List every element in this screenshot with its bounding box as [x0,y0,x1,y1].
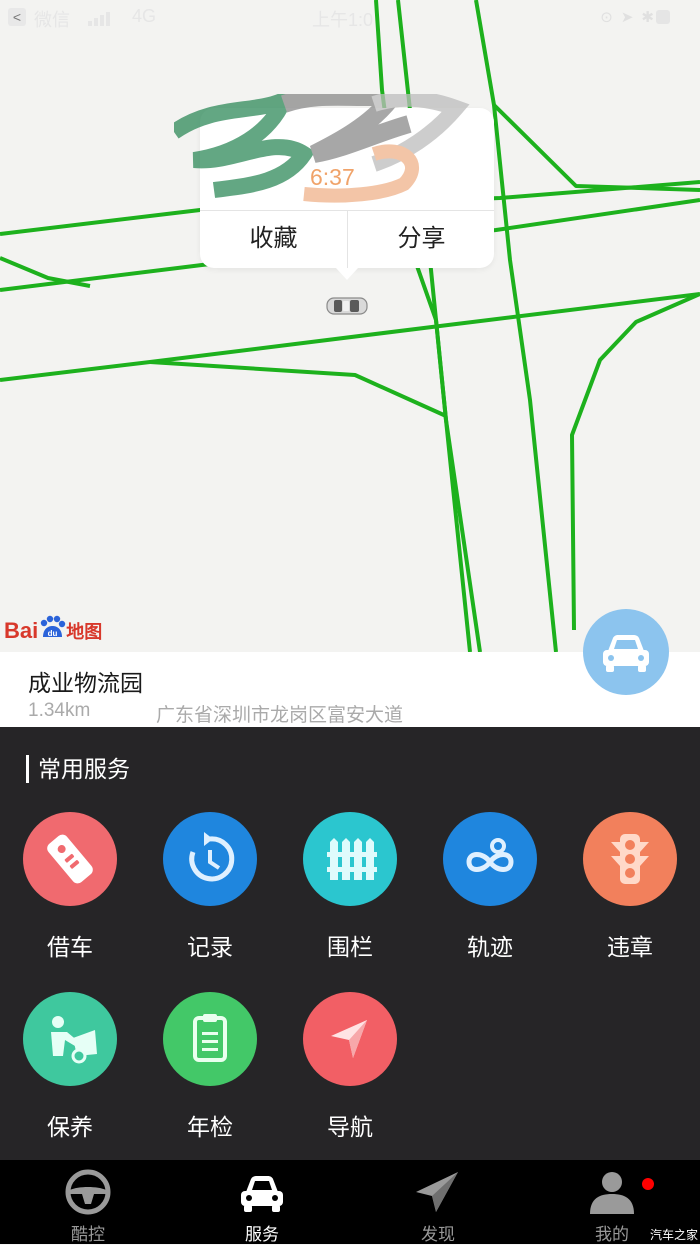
service-label: 保养 [47,1114,93,1140]
network-label: 4G [132,6,157,26]
user-icon [590,1172,634,1214]
baidu-map-logo: Bai du 地图 [4,615,103,652]
service-history[interactable]: 记录 [140,812,280,962]
fence-icon [327,838,377,880]
service-icon-circle [23,812,117,906]
services-title: 常用服务 [26,755,130,783]
traffic-light-icon [611,834,649,884]
tab-discover[interactable]: 发现 [378,1160,498,1244]
service-label: 围栏 [327,934,373,960]
tab-label: 服务 [245,1225,279,1244]
service-icon-circle [583,812,677,906]
car-front-icon [603,635,649,672]
service-maintenance[interactable]: 保养 [0,992,140,1142]
map-view[interactable]: < 微信 4G 上午1:0 ⊙➤✱ 6:37 收藏 分享 Bai du 地图 [0,0,700,652]
service-icon-circle [303,812,397,906]
place-name: 成业物流园 [28,670,143,696]
paper-plane-icon [416,1172,458,1212]
service-icon-circle [163,812,257,906]
locate-car-button[interactable] [583,609,669,695]
service-icon-circle [163,992,257,1086]
battery-icon [656,10,670,24]
popup-time: 6:37 [310,164,355,190]
road [474,0,558,652]
share-button[interactable]: 分享 [348,210,495,268]
service-label: 违章 [607,934,653,960]
service-label: 记录 [187,934,233,960]
signal-icon [88,10,112,26]
service-label: 轨迹 [467,934,513,960]
carrier-label: 微信 [34,10,70,30]
notification-badge [642,1178,654,1190]
service-icon-circle [303,992,397,1086]
navigation-arrow-icon [331,1020,367,1058]
service-navigation[interactable]: 导航 [280,992,420,1142]
status-bar: < 微信 4G 上午1:0 ⊙➤✱ [0,0,700,36]
history-icon [189,832,235,882]
tab-label: 发现 [421,1225,455,1244]
tab-kukong[interactable]: 酷控 [28,1160,148,1244]
back-to-app-icon[interactable]: < [8,8,26,26]
tab-label: 酷控 [71,1225,105,1244]
logo-text-bai: Bai [4,618,39,643]
service-label: 年检 [187,1114,233,1140]
service-violation[interactable]: 违章 [560,812,700,962]
service-borrow-car[interactable]: 借车 [0,812,140,962]
car-icon [241,1176,283,1212]
logo-text-du: du [48,629,58,638]
car-location-popup: 6:37 收藏 分享 [174,94,495,280]
car-key-icon [47,834,93,884]
clock: 上午1:0 [312,10,374,30]
distance-label: 1.34km [28,700,91,721]
watermark: 汽车之家 [650,1228,699,1242]
road [149,360,447,418]
road [0,256,91,288]
tab-services[interactable]: 服务 [202,1160,322,1244]
collect-button[interactable]: 收藏 [200,210,347,268]
car-marker-icon[interactable] [326,296,368,316]
track-icon [466,838,514,872]
road [570,292,700,631]
logo-text-map: 地图 [66,622,103,642]
service-label: 导航 [327,1114,373,1140]
baidu-paw-icon: du [41,615,66,638]
steering-wheel-icon [65,1169,111,1215]
service-fence[interactable]: 围栏 [280,812,420,962]
road [492,103,700,192]
service-label: 借车 [47,934,93,960]
status-icons: ⊙➤✱ [600,9,662,26]
service-icon-circle [443,812,537,906]
service-track[interactable]: 轨迹 [420,812,560,962]
car-repair-icon [51,1016,97,1064]
address-label: 广东省深圳市龙岗区富安大道 [156,705,404,726]
clipboard-icon [193,1014,227,1062]
service-icon-circle [23,992,117,1086]
service-annual-inspection[interactable]: 年检 [140,992,280,1142]
